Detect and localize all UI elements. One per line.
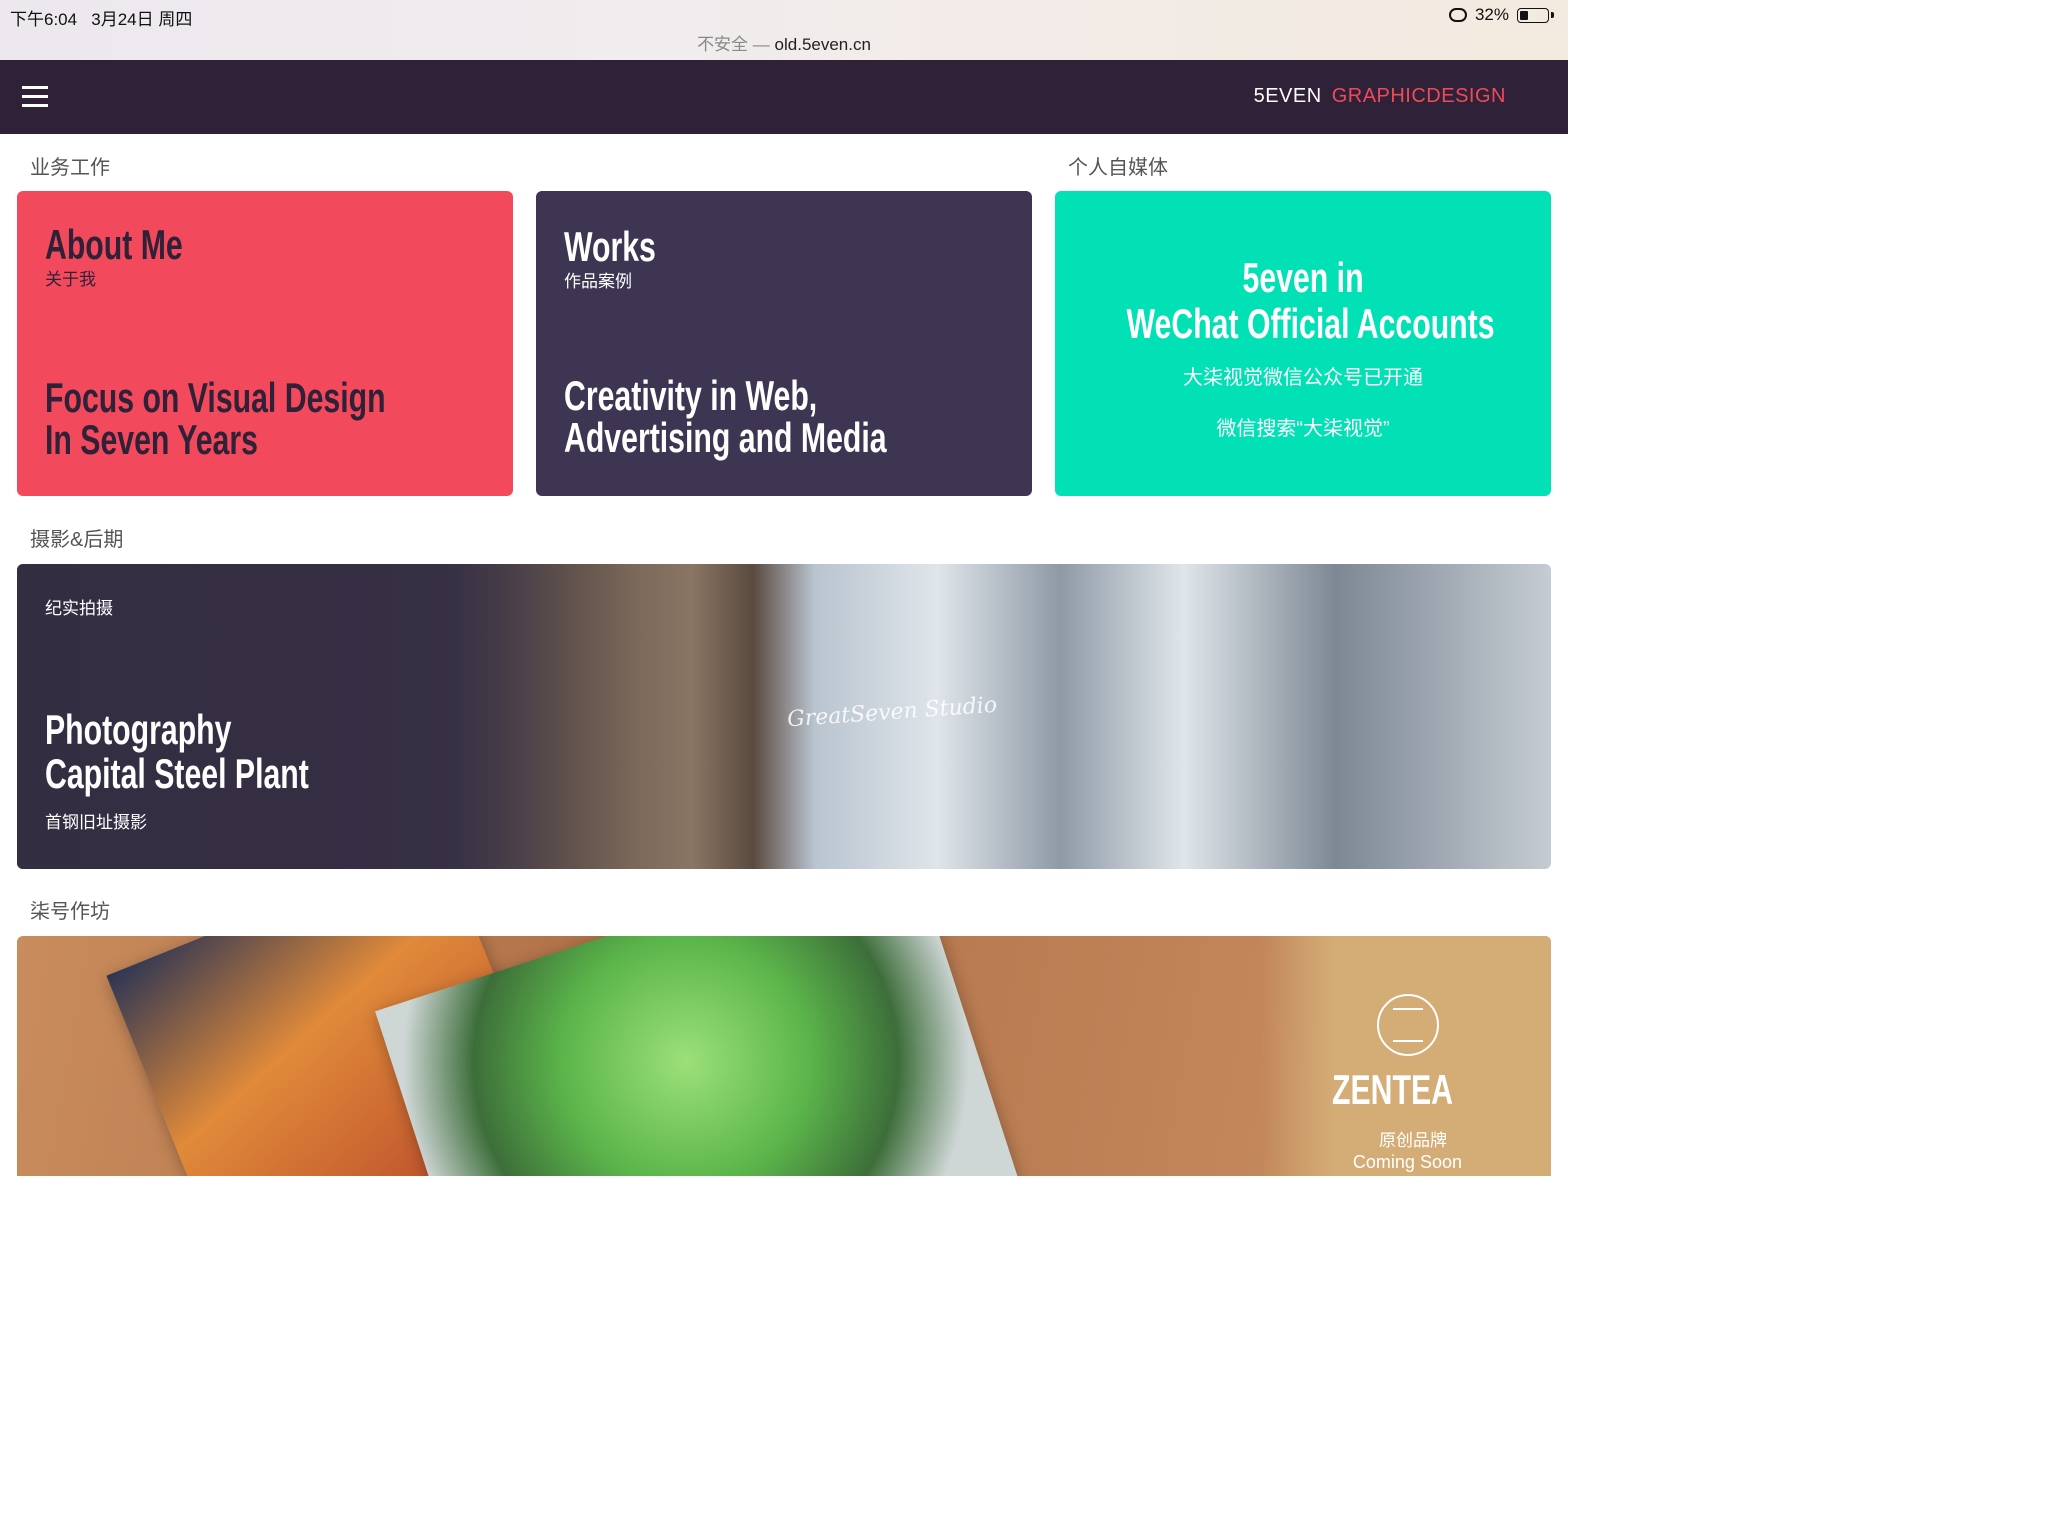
section-title-photo: 摄影&后期 xyxy=(30,529,124,551)
wechat-title-line1: 5even in xyxy=(1242,254,1364,301)
insecure-label: 不安全 xyxy=(697,35,749,54)
photo-title-line2: Capital Steel Plant xyxy=(45,750,309,797)
section-title-business: 业务工作 xyxy=(30,157,110,179)
url-separator: — xyxy=(752,35,770,54)
hamburger-menu-icon[interactable] xyxy=(22,86,48,108)
battery-fill xyxy=(1520,10,1528,20)
wechat-card-content: 5even in WeChat Official Accounts 大柒视觉微信… xyxy=(1055,255,1551,441)
works-tagline-line2: Advertising and Media xyxy=(564,414,887,461)
about-tagline-line1: Focus on Visual Design xyxy=(45,374,386,421)
zentea-card[interactable]: ZENTEA 原创品牌 Coming Soon xyxy=(17,936,1551,1176)
zentea-status: Coming Soon xyxy=(1352,1152,1462,1172)
zentea-name: ZENTEA xyxy=(1332,1066,1453,1113)
zentea-logo-icon xyxy=(1377,994,1439,1056)
about-card-title: About Me xyxy=(45,221,183,268)
wechat-search-hint: 微信搜索“大柒视觉” xyxy=(1216,418,1390,440)
works-card[interactable]: Works 作品案例 Creativity in Web, Advertisin… xyxy=(536,191,1032,496)
about-card-subtitle: 关于我 xyxy=(45,270,96,289)
works-card-tagline: Creativity in Web, Advertising and Media xyxy=(564,375,887,459)
rotation-lock-icon xyxy=(1448,8,1467,22)
works-card-title: Works xyxy=(564,223,656,270)
status-time: 下午6:04 xyxy=(10,10,78,29)
photo-card-tag: 纪实拍摄 xyxy=(45,599,113,618)
battery-tip-icon xyxy=(1551,12,1554,18)
system-status-bar: 下午6:04 3月24日 周四 32% 不安全 — old.5even.cn xyxy=(0,0,1568,60)
photography-card[interactable]: GreatSeven Studio 纪实拍摄 Photography Capit… xyxy=(17,564,1551,869)
status-date: 3月24日 周四 xyxy=(91,10,193,29)
zentea-subtitle: 原创品牌 xyxy=(1379,1131,1447,1150)
about-me-card[interactable]: About Me 关于我 Focus on Visual Design In S… xyxy=(17,191,513,496)
section-title-workshop: 柒号作坊 xyxy=(30,901,110,923)
url-domain: old.5even.cn xyxy=(774,35,871,54)
works-card-subtitle: 作品案例 xyxy=(564,272,632,291)
brand-name: 5EVEN xyxy=(1253,85,1322,107)
photo-card-subtitle: 首钢旧址摄影 xyxy=(45,813,147,832)
address-bar[interactable]: 不安全 — old.5even.cn xyxy=(0,30,1568,55)
site-brand[interactable]: 5EVEN GRAPHICDESIGN xyxy=(1254,85,1506,108)
works-tagline-line1: Creativity in Web, xyxy=(564,372,818,419)
status-indicators: 32% xyxy=(1448,5,1554,25)
status-time-date: 下午6:04 3月24日 周四 xyxy=(10,5,192,30)
about-tagline-line2: In Seven Years xyxy=(45,416,258,463)
photo-title-line1: Photography xyxy=(45,706,232,753)
wechat-card[interactable]: 5even in WeChat Official Accounts 大柒视觉微信… xyxy=(1055,191,1551,496)
photo-card-title: Photography Capital Steel Plant xyxy=(45,708,309,796)
section-title-media: 个人自媒体 xyxy=(1068,157,1168,179)
battery-icon xyxy=(1517,7,1549,23)
site-header: 5EVEN GRAPHICDESIGN xyxy=(0,60,1568,134)
about-card-tagline: Focus on Visual Design In Seven Years xyxy=(45,377,386,461)
battery-percent: 32% xyxy=(1474,5,1509,24)
brand-tagline: GRAPHICDESIGN xyxy=(1331,85,1506,107)
wechat-notice: 大柒视觉微信公众号已开通 xyxy=(1183,367,1423,389)
wechat-title-line2: WeChat Official Accounts xyxy=(1126,300,1495,347)
